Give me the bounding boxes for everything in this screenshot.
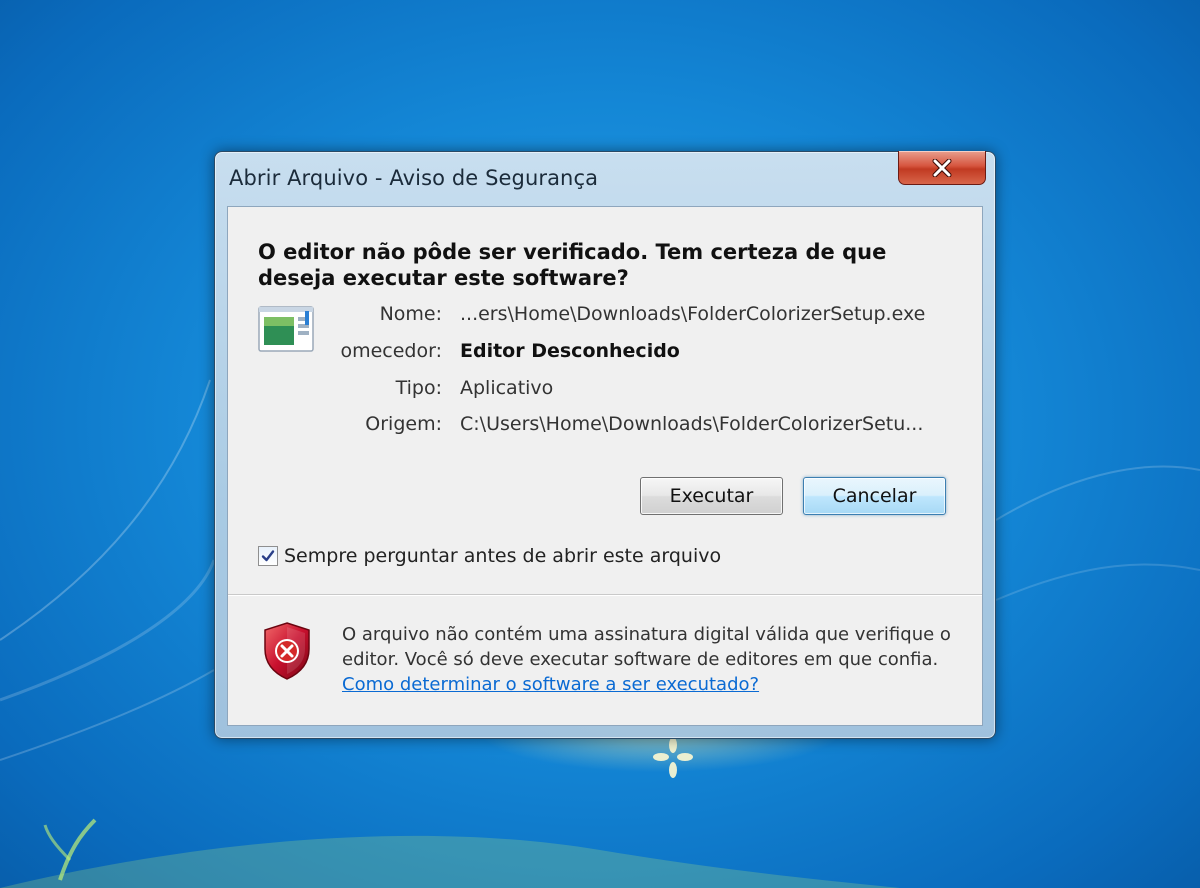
security-warning-dialog: Abrir Arquivo - Aviso de Segurança O edi… xyxy=(214,151,996,739)
dialog-heading: O editor não pôde ser verificado. Tem ce… xyxy=(258,240,887,290)
field-value-origin: C:\Users\Home\Downloads\FolderColorizerS… xyxy=(460,413,924,435)
run-button[interactable]: Executar xyxy=(640,477,783,515)
field-label-name: Nome: xyxy=(379,303,442,325)
field-label-origin: Origem: xyxy=(365,413,442,435)
field-label-type: Tipo: xyxy=(395,377,442,399)
close-icon xyxy=(932,158,952,177)
separator xyxy=(228,594,982,596)
close-button[interactable] xyxy=(898,151,986,185)
always-ask-checkbox[interactable] xyxy=(258,546,278,566)
always-ask-checkbox-row[interactable]: Sempre perguntar antes de abrir este arq… xyxy=(258,545,721,567)
warning-text: O arquivo não contém uma assinatura digi… xyxy=(342,624,951,670)
field-value-publisher: Editor Desconhecido xyxy=(460,340,680,362)
shield-error-icon xyxy=(264,622,310,680)
checkmark-icon xyxy=(261,550,275,562)
cancel-button[interactable]: Cancelar xyxy=(803,477,946,515)
help-link[interactable]: Como determinar o software a ser executa… xyxy=(342,672,759,697)
field-label-publisher: omecedor: xyxy=(340,340,442,362)
field-value-name: ...ers\Home\Downloads\FolderColorizerSet… xyxy=(460,303,926,325)
field-value-type: Aplicativo xyxy=(460,377,554,399)
dialog-body: O editor não pôde ser verificado. Tem ce… xyxy=(227,206,983,726)
window-title: Abrir Arquivo - Aviso de Segurança xyxy=(229,166,599,190)
always-ask-label: Sempre perguntar antes de abrir este arq… xyxy=(284,545,722,567)
